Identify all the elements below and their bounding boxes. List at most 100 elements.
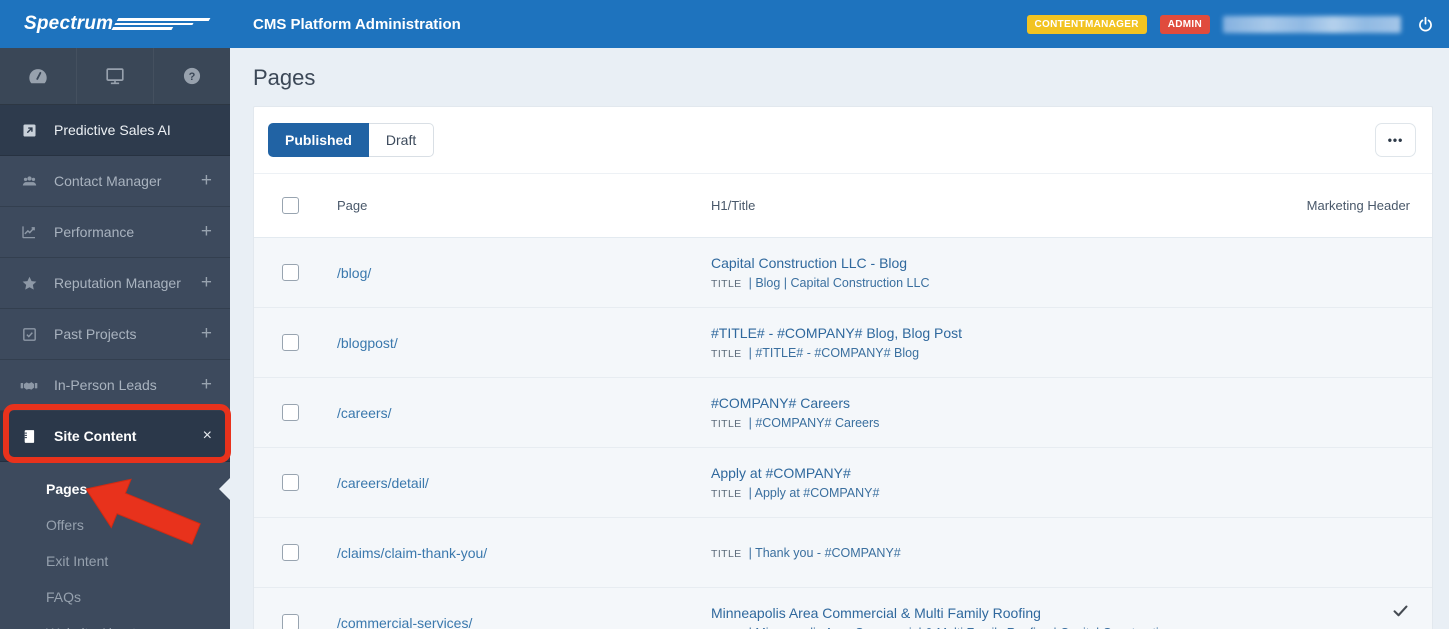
sidebar-icon-row: ?	[0, 48, 230, 105]
dashboard-icon[interactable]	[0, 48, 76, 104]
row-h1-text[interactable]: Apply at #COMPANY#	[711, 465, 1260, 481]
help-icon[interactable]: ?	[153, 48, 230, 104]
sidebar-item-label: Past Projects	[54, 326, 137, 342]
table-body: /blog/ Capital Construction LLC - Blog T…	[254, 238, 1432, 629]
brand-logo[interactable]: Spectrum	[0, 13, 230, 35]
role-badge-contentmanager: CONTENTMANAGER	[1026, 14, 1147, 34]
sidebar-item-reputation-manager[interactable]: Reputation Manager +	[0, 258, 230, 309]
table-row: /claims/claim-thank-you/ TITLE | Thank yo…	[254, 518, 1432, 588]
row-h1-text[interactable]: #TITLE# - #COMPANY# Blog, Blog Post	[711, 325, 1260, 341]
close-icon[interactable]: ×	[203, 427, 212, 445]
row-title-text: TITLE | Apply at #COMPANY#	[711, 486, 880, 500]
h1-title-cell: TITLE | Thank you - #COMPANY#	[711, 518, 1260, 587]
sidebar-item-site-content[interactable]: Site Content ×	[0, 411, 230, 462]
column-header-h1-title: H1/Title	[711, 198, 756, 213]
tab-published[interactable]: Published	[268, 123, 369, 157]
row-checkbox[interactable]	[282, 544, 299, 561]
main-content: Pages Published Draft ••• Page H1/Title …	[230, 48, 1449, 629]
expand-plus-icon[interactable]: +	[201, 170, 212, 192]
select-all-checkbox[interactable]	[282, 197, 299, 214]
title-label: TITLE	[711, 547, 742, 560]
row-h1-text[interactable]: Capital Construction LLC - Blog	[711, 255, 1260, 271]
sidebar-item-label: Site Content	[54, 428, 137, 444]
app-title: CMS Platform Administration	[253, 15, 461, 33]
submenu-item-pages[interactable]: Pages	[0, 471, 230, 507]
column-header-marketing-header: Marketing Header	[1306, 198, 1410, 213]
table-header-row: Page H1/Title Marketing Header	[254, 174, 1432, 238]
sidebar-item-past-projects[interactable]: Past Projects +	[0, 309, 230, 360]
row-h1-text[interactable]: #COMPANY# Careers	[711, 395, 1260, 411]
sidebar-item-label: Reputation Manager	[54, 275, 181, 291]
monitor-icon[interactable]	[76, 48, 153, 104]
table-row: /blog/ Capital Construction LLC - Blog T…	[254, 238, 1432, 308]
row-title-text: TITLE | #TITLE# - #COMPANY# Blog	[711, 346, 920, 360]
sidebar-item-in-person-leads[interactable]: In-Person Leads +	[0, 360, 230, 411]
sidebar-item-performance[interactable]: Performance +	[0, 207, 230, 258]
role-badge-admin: ADMIN	[1159, 14, 1210, 34]
h1-title-cell: #COMPANY# Careers TITLE | #COMPANY# Caree…	[711, 378, 1260, 447]
table-row: /careers/detail/ Apply at #COMPANY# TITL…	[254, 448, 1432, 518]
submenu-item-faqs[interactable]: FAQs	[0, 579, 230, 615]
star-icon	[19, 274, 39, 293]
title-label: TITLE	[711, 348, 742, 360]
sidebar-item-predictive-sales-ai[interactable]: Predictive Sales AI	[0, 105, 230, 156]
title-label: TITLE	[711, 418, 742, 430]
user-name-redacted	[1223, 15, 1401, 33]
book-icon	[19, 428, 39, 445]
sidebar-item-contact-manager[interactable]: Contact Manager +	[0, 156, 230, 207]
row-title-text: TITLE | Blog | Capital Construction LLC	[711, 276, 930, 290]
row-title-text: TITLE | Thank you - #COMPANY#	[711, 545, 901, 560]
users-icon	[19, 172, 39, 191]
more-options-button[interactable]: •••	[1375, 123, 1416, 157]
expand-plus-icon[interactable]: +	[201, 272, 212, 294]
svg-text:?: ?	[189, 71, 196, 83]
checked-box-icon	[19, 326, 39, 343]
top-bar: Spectrum CMS Platform Administration CON…	[0, 0, 1449, 48]
page-path-link[interactable]: /careers/	[337, 378, 711, 447]
tab-draft[interactable]: Draft	[368, 123, 435, 157]
brand-name: Spectrum	[24, 13, 114, 34]
expand-plus-icon[interactable]: +	[201, 374, 212, 396]
row-h1-text[interactable]: Minneapolis Area Commercial & Multi Fami…	[711, 605, 1260, 621]
submenu-item-offers[interactable]: Offers	[0, 507, 230, 543]
row-title-text: TITLE | #COMPANY# Careers	[711, 416, 880, 430]
sidebar-item-label: Performance	[54, 224, 135, 240]
page-title: Pages	[253, 65, 316, 90]
marketing-check-icon	[1393, 605, 1408, 617]
row-checkbox[interactable]	[282, 614, 299, 629]
expand-plus-icon[interactable]: +	[201, 221, 212, 243]
table-row: /careers/ #COMPANY# Careers TITLE | #COMP…	[254, 378, 1432, 448]
sidebar-item-label: Contact Manager	[54, 173, 162, 189]
column-header-page: Page	[337, 198, 368, 213]
row-checkbox[interactable]	[282, 334, 299, 351]
h1-title-cell: Capital Construction LLC - Blog TITLE | B…	[711, 238, 1260, 307]
chart-line-icon	[19, 223, 39, 241]
brand-swoosh-icon	[111, 18, 211, 30]
page-path-link[interactable]: /blogpost/	[337, 308, 711, 377]
h1-title-cell: Apply at #COMPANY# TITLE | Apply at #COMP…	[711, 448, 1260, 517]
handshake-icon	[19, 375, 39, 396]
logout-power-icon[interactable]	[1414, 13, 1436, 35]
row-checkbox[interactable]	[282, 474, 299, 491]
table-row: /blogpost/ #TITLE# - #COMPANY# Blog, Blo…	[254, 308, 1432, 378]
pages-card: Published Draft ••• Page H1/Title Market…	[253, 106, 1433, 629]
h1-title-cell: Minneapolis Area Commercial & Multi Fami…	[711, 588, 1260, 629]
active-item-caret	[219, 478, 230, 500]
page-path-link[interactable]: /blog/	[337, 238, 711, 307]
submenu-item-website-about[interactable]: Website About	[0, 615, 230, 629]
status-tab-group: Published Draft	[268, 123, 435, 157]
submenu-item-exit-intent[interactable]: Exit Intent	[0, 543, 230, 579]
sidebar-item-label: Predictive Sales AI	[54, 122, 171, 138]
title-label: TITLE	[711, 278, 742, 290]
row-checkbox[interactable]	[282, 264, 299, 281]
sidebar-item-label: In-Person Leads	[54, 377, 157, 393]
expand-plus-icon[interactable]: +	[201, 323, 212, 345]
title-label: TITLE	[711, 488, 742, 500]
page-path-link[interactable]: /commercial-services/	[337, 588, 711, 629]
table-row: /commercial-services/ Minneapolis Area C…	[254, 588, 1432, 629]
page-path-link[interactable]: /careers/detail/	[337, 448, 711, 517]
sidebar: ? Predictive Sales AI Contact Manager + …	[0, 48, 230, 629]
row-checkbox[interactable]	[282, 404, 299, 421]
h1-title-cell: #TITLE# - #COMPANY# Blog, Blog Post TITL…	[711, 308, 1260, 377]
page-path-link[interactable]: /claims/claim-thank-you/	[337, 518, 711, 587]
